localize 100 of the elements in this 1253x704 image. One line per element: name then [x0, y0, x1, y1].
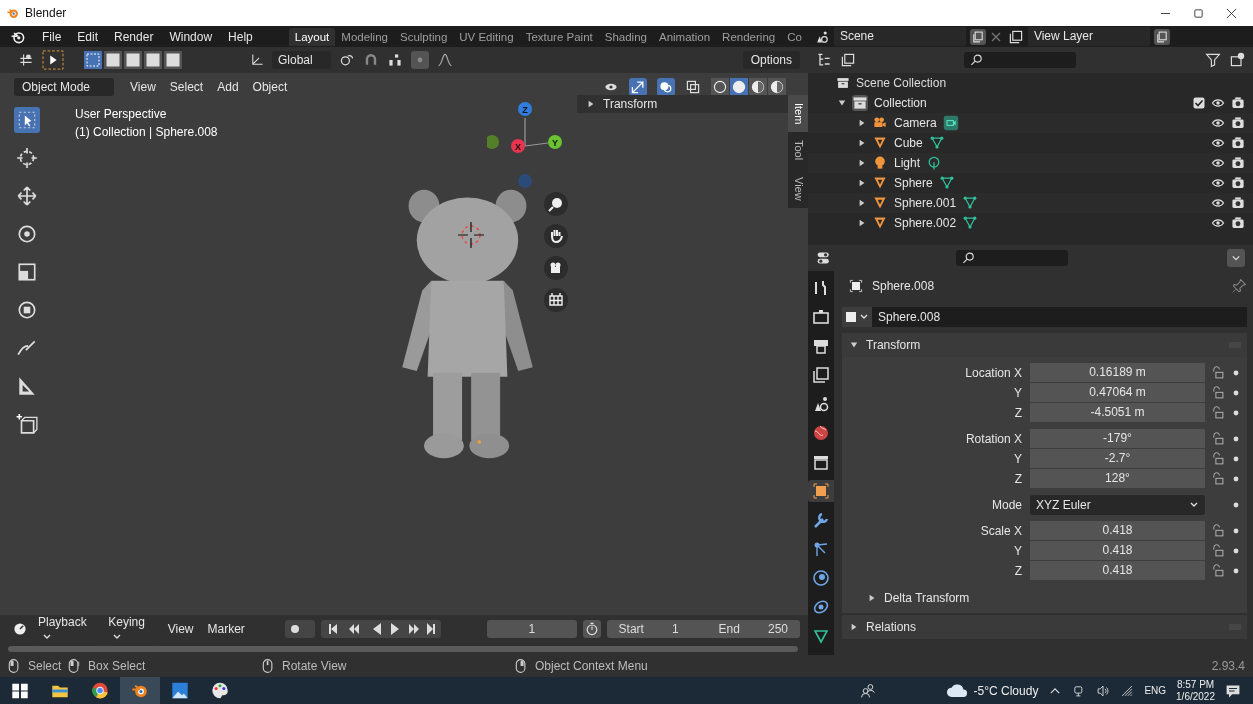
workspace-tab[interactable]: Sculpting — [393, 27, 454, 46]
workspace-tab[interactable]: Co — [781, 27, 808, 46]
wireframe-sphere-icon[interactable] — [711, 78, 729, 96]
panel-header[interactable]: Relations — [842, 615, 1247, 639]
maximize-icon[interactable] — [1193, 7, 1204, 19]
start-frame-value[interactable]: 1 — [671, 622, 679, 636]
chevron-down-icon[interactable] — [1227, 249, 1245, 267]
clock-time[interactable]: 8:57 PM — [1176, 678, 1215, 691]
keyframe-dot-icon[interactable] — [1233, 548, 1239, 554]
new-collection-icon[interactable] — [1229, 52, 1245, 68]
eye-icon[interactable] — [1211, 96, 1225, 110]
number-field[interactable]: 0.418 — [1030, 561, 1205, 581]
keyframe-dot-icon[interactable] — [1233, 476, 1239, 482]
keyframe-dot-icon[interactable] — [1233, 528, 1239, 534]
disclosure-triangle-icon[interactable] — [858, 199, 866, 207]
workspace-tab[interactable]: Rendering — [716, 27, 782, 46]
disclosure-triangle-icon[interactable] — [858, 179, 866, 187]
eye-icon[interactable] — [1211, 196, 1225, 210]
menu-item[interactable]: Object — [246, 78, 294, 96]
sidebar-tab[interactable]: Tool — [788, 132, 808, 169]
number-field[interactable]: 0.418 — [1030, 521, 1205, 541]
camera-icon[interactable] — [544, 256, 568, 280]
keyframe-dot-icon[interactable] — [1233, 502, 1239, 508]
eye-icon[interactable] — [1211, 216, 1225, 230]
link-chain-icon[interactable] — [338, 52, 355, 68]
padlock-icon[interactable] — [1211, 432, 1225, 446]
disclosure-triangle-icon[interactable] — [858, 119, 866, 127]
proportional-edit-icon[interactable] — [410, 51, 429, 69]
render-camera-icon[interactable] — [1231, 136, 1245, 150]
image-stack-icon[interactable] — [1007, 28, 1024, 45]
notification-icon[interactable] — [1225, 682, 1241, 699]
menu-item[interactable]: File — [34, 29, 70, 44]
number-field[interactable]: -4.5051 m — [1030, 403, 1205, 423]
workspace-tab[interactable]: Animation — [652, 27, 717, 46]
copy-icon[interactable] — [1153, 28, 1170, 45]
weather-text[interactable]: -5°C Cloudy — [973, 683, 1039, 698]
search-field[interactable] — [956, 250, 1068, 266]
disclosure-triangle-icon[interactable] — [858, 219, 866, 227]
mesh-data-icon[interactable] — [962, 195, 979, 211]
disclosure-triangle-icon[interactable] — [858, 139, 866, 147]
padlock-icon[interactable] — [1211, 406, 1225, 420]
crosshair-cursor-icon[interactable] — [14, 145, 40, 171]
number-field[interactable]: 0.47064 m — [1030, 383, 1205, 403]
workspace-tab[interactable]: Modeling — [335, 27, 394, 46]
overlay-circles-icon[interactable] — [657, 78, 675, 96]
clock-date[interactable]: 1/6/2022 — [1176, 690, 1215, 703]
eye-icon[interactable] — [1211, 156, 1225, 170]
render-camera-icon[interactable] — [1231, 216, 1245, 230]
stopwatch-icon[interactable] — [582, 620, 601, 638]
object-type-dropdown-icon[interactable] — [842, 307, 872, 327]
scene-field[interactable]: Scene — [833, 27, 966, 46]
copy-icon[interactable] — [969, 28, 986, 45]
eye-icon[interactable] — [1211, 176, 1225, 190]
eye-icon[interactable] — [1211, 116, 1225, 130]
menu-item[interactable]: Render — [106, 29, 162, 44]
add-cube-icon[interactable] — [14, 411, 40, 437]
orientation-dropdown[interactable]: Global — [272, 51, 331, 69]
workspace-tab[interactable]: UV Editing — [453, 27, 520, 46]
render-camera-icon[interactable] — [1231, 156, 1245, 170]
selection-mode-icon[interactable] — [124, 51, 142, 69]
disclosure-triangle-icon[interactable] — [838, 99, 846, 107]
outliner-item[interactable]: Light — [894, 156, 921, 170]
menu-item[interactable]: Add — [211, 78, 245, 96]
timeline-scrollbar[interactable] — [8, 646, 798, 652]
render-camera-icon[interactable] — [1231, 116, 1245, 130]
number-field[interactable]: 128° — [1030, 469, 1205, 489]
axis-handle[interactable]: Y — [548, 135, 562, 149]
camera-data-icon[interactable] — [942, 115, 959, 131]
select-cursor-icon[interactable] — [14, 107, 40, 133]
mesh-data-icon[interactable] — [938, 175, 955, 191]
padlock-icon[interactable] — [1211, 524, 1225, 538]
sidebar-tab[interactable]: View — [788, 168, 808, 209]
keyframe-dot-icon[interactable] — [1233, 390, 1239, 396]
keyframe-dot-icon[interactable] — [1233, 410, 1239, 416]
render-camera-icon[interactable] — [1231, 196, 1245, 210]
playback-controls-icon[interactable] — [320, 620, 441, 638]
outliner-item[interactable]: Sphere.002 — [894, 216, 957, 230]
search-field[interactable] — [964, 52, 1076, 68]
display-mode-icon[interactable] — [816, 52, 832, 68]
padlock-icon[interactable] — [1211, 472, 1225, 486]
render-camera-icon[interactable] — [1231, 176, 1245, 190]
menu-item[interactable]: View — [163, 621, 198, 637]
close-icon[interactable] — [989, 30, 1002, 43]
close-icon[interactable] — [1226, 7, 1237, 19]
mesh-data-icon[interactable] — [962, 215, 979, 231]
object-name-field[interactable]: Sphere.008 — [872, 307, 1247, 327]
disclosure-triangle-icon[interactable] — [858, 159, 866, 167]
keyframe-dot-icon[interactable] — [1233, 436, 1239, 442]
selection-mode-icon[interactable] — [144, 51, 162, 69]
xray-squares-icon[interactable] — [685, 79, 701, 95]
menu-item[interactable]: Select — [163, 78, 210, 96]
gizmo-arrows-icon[interactable] — [629, 78, 647, 96]
menu-item[interactable]: Help — [220, 29, 261, 44]
axis-handle[interactable]: Z — [518, 102, 532, 116]
editor-type-icon[interactable] — [816, 250, 832, 266]
padlock-icon[interactable] — [1211, 452, 1225, 466]
current-frame-field[interactable]: 1 — [486, 620, 577, 638]
people-icon[interactable] — [859, 682, 876, 699]
negative-axis-handle[interactable] — [487, 135, 499, 149]
hand-icon[interactable] — [544, 224, 568, 248]
